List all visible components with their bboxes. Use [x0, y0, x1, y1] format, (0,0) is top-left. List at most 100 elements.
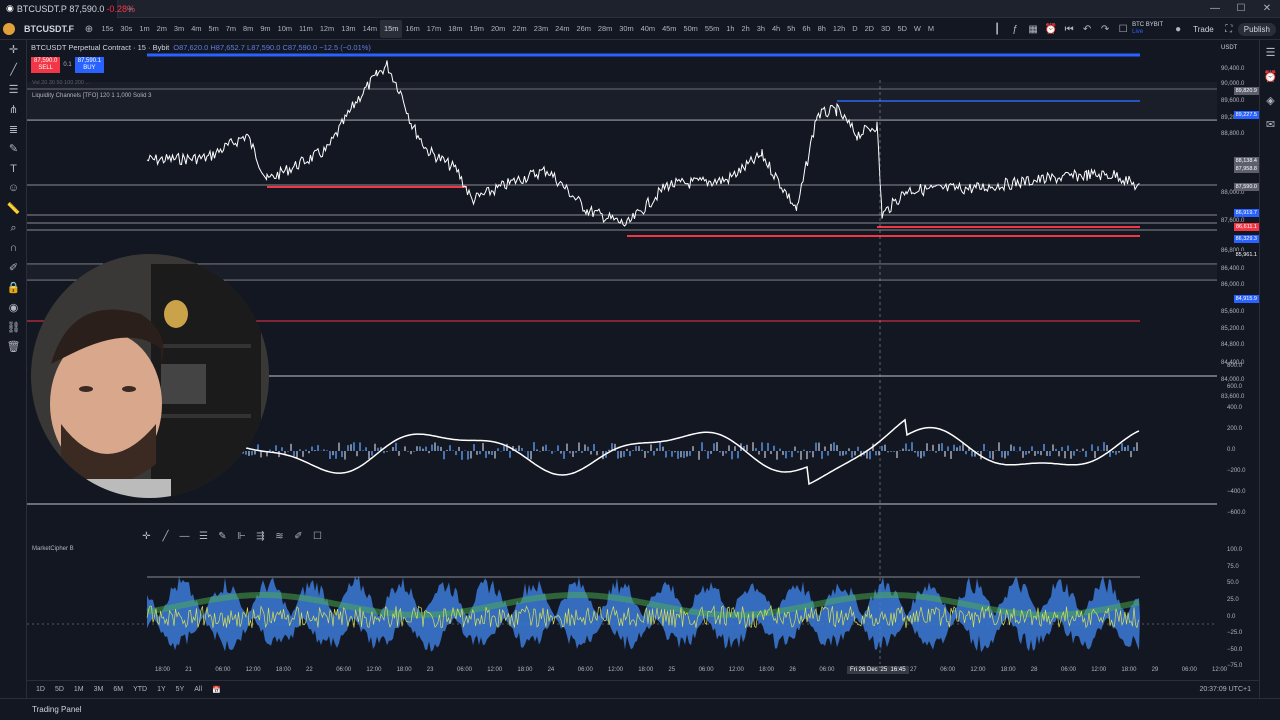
timeframe-4h[interactable]: 4h	[768, 20, 783, 38]
timeframe-28m[interactable]: 28m	[594, 20, 615, 38]
text-icon[interactable]: T	[0, 159, 27, 179]
timeframe-12m[interactable]: 12m	[316, 20, 337, 38]
pitchfork-icon[interactable]: ⋔	[0, 99, 27, 119]
layout-icon[interactable]: ▦	[1024, 20, 1042, 38]
undo-icon[interactable]: ↶	[1078, 20, 1096, 38]
timeframe-W[interactable]: W	[910, 20, 924, 38]
range-1M[interactable]: 1M	[69, 686, 89, 693]
compare-icon[interactable]: ⊕	[80, 20, 98, 38]
broker-selector[interactable]: BTC BYBIT Live	[1132, 22, 1163, 36]
eye-icon[interactable]: ◉	[0, 297, 27, 317]
chart-area[interactable]: BTCUSDT Perpetual Contract · 15 · Bybit …	[27, 40, 1259, 680]
timeframe-19m[interactable]: 19m	[466, 20, 487, 38]
timeframe-4m[interactable]: 4m	[188, 20, 205, 38]
ruler-icon[interactable]: 📏	[0, 198, 27, 218]
timeframe-12h[interactable]: 12h	[829, 20, 848, 38]
timeframe-3m[interactable]: 3m	[170, 20, 187, 38]
liquidity-channels-legend[interactable]: Liquidity Channels [TFO] 120 1 1,000 Sol…	[32, 93, 151, 99]
range-5D[interactable]: 5D	[50, 686, 69, 693]
replay-icon[interactable]: ⏮	[1060, 20, 1078, 38]
range-All[interactable]: All	[189, 686, 207, 693]
time-axis[interactable]: 18:00 21 06:00 12:00 18:00 22 06:00 12:00 18:00 2…	[27, 664, 1227, 678]
crosshair-icon[interactable]: ✛	[0, 40, 27, 60]
timeframe-20m[interactable]: 20m	[487, 20, 508, 38]
timeframe-24m[interactable]: 24m	[552, 20, 573, 38]
timeframe-40m[interactable]: 40m	[637, 20, 658, 38]
timeframe-9m[interactable]: 9m	[257, 20, 274, 38]
chat-icon[interactable]: ✉	[1260, 112, 1280, 136]
timeframe-8m[interactable]: 8m	[240, 20, 257, 38]
timeframe-5D[interactable]: 5D	[894, 20, 910, 38]
timeframe-2m[interactable]: 2m	[153, 20, 170, 38]
timeframe-7m[interactable]: 7m	[222, 20, 239, 38]
range-3M[interactable]: 3M	[89, 686, 109, 693]
range-YTD[interactable]: YTD	[128, 686, 152, 693]
fib-icon[interactable]: ⊩	[232, 528, 251, 545]
hlines-icon[interactable]: ☰	[194, 528, 213, 545]
timeframe-22m[interactable]: 22m	[509, 20, 530, 38]
range-1Y[interactable]: 1Y	[152, 686, 171, 693]
timeframe-2h[interactable]: 2h	[738, 20, 753, 38]
timeframe-D[interactable]: D	[849, 20, 861, 38]
layers-icon[interactable]: ≋	[270, 528, 289, 545]
ray-icon[interactable]: —	[175, 528, 194, 545]
timeframe-11m[interactable]: 11m	[295, 20, 316, 38]
timeframe-55m[interactable]: 55m	[701, 20, 722, 38]
timeframe-10m[interactable]: 10m	[274, 20, 295, 38]
timeframe-6h[interactable]: 6h	[799, 20, 814, 38]
timeframe-23m[interactable]: 23m	[530, 20, 551, 38]
trendline-icon[interactable]: ╱	[0, 60, 27, 80]
timeframe-50m[interactable]: 50m	[680, 20, 701, 38]
range-1D[interactable]: 1D	[31, 686, 50, 693]
timeframe-2D[interactable]: 2D	[861, 20, 877, 38]
broker-icon[interactable]: ☐	[1114, 20, 1132, 38]
brush-icon[interactable]: ✎	[0, 139, 27, 159]
sell-button[interactable]: 87,590.0 SELL	[31, 57, 61, 73]
layers-icon[interactable]: ◈	[1260, 88, 1280, 112]
redo-icon[interactable]: ↷	[1096, 20, 1114, 38]
timeframe-M[interactable]: M	[924, 20, 937, 38]
timeframe-8h[interactable]: 8h	[814, 20, 829, 38]
account-icon[interactable]: ●	[1169, 20, 1187, 38]
timeframe-30m[interactable]: 30m	[616, 20, 637, 38]
trash-icon[interactable]: 🗑	[0, 337, 27, 357]
brush-icon[interactable]: ✎	[213, 528, 232, 545]
minimize-icon[interactable]: —	[1202, 0, 1228, 18]
timeframe-3D[interactable]: 3D	[878, 20, 894, 38]
symbol-search-button[interactable]: BTCUSDT.F	[18, 24, 80, 34]
timeframe-1h[interactable]: 1h	[723, 20, 738, 38]
symbol-title[interactable]: BTCUSDT Perpetual Contract · 15 · Bybit	[31, 43, 169, 52]
publish-button[interactable]: Publish	[1237, 22, 1276, 36]
horizontal-lines-icon[interactable]: ☰	[0, 80, 27, 100]
price-axis[interactable]: USDT 90,400.090,000.089,600.089,200.088,…	[1217, 40, 1259, 680]
frame-icon[interactable]: ☐	[308, 528, 327, 545]
timeframe-1m[interactable]: 1m	[136, 20, 153, 38]
fullscreen-icon[interactable]: ⛶	[1220, 20, 1238, 38]
link-icon[interactable]: ⛓	[0, 317, 27, 337]
zoom-icon[interactable]: ⌕	[0, 218, 27, 238]
timeframe-45m[interactable]: 45m	[659, 20, 680, 38]
lock-icon[interactable]: 🔒	[0, 278, 27, 298]
timeframe-5h[interactable]: 5h	[784, 20, 799, 38]
new-tab-icon[interactable]: +	[118, 2, 142, 16]
timeframe-13m[interactable]: 13m	[338, 20, 359, 38]
channel-icon[interactable]: ⇶	[251, 528, 270, 545]
timeframe-18m[interactable]: 18m	[445, 20, 466, 38]
alerts-icon[interactable]: ⏰	[1260, 64, 1280, 88]
magnet-icon[interactable]: ∩	[0, 238, 27, 258]
avatar[interactable]	[0, 20, 18, 38]
timeframe-14m[interactable]: 14m	[359, 20, 380, 38]
fib-icon[interactable]: ≣	[0, 119, 27, 139]
close-icon[interactable]: ✕	[1254, 0, 1280, 18]
timeframe-15s[interactable]: 15s	[98, 20, 117, 38]
range-5Y[interactable]: 5Y	[171, 686, 190, 693]
timeframe-30s[interactable]: 30s	[117, 20, 136, 38]
buy-button[interactable]: 87,590.1 BUY	[74, 57, 105, 73]
timeframe-15m[interactable]: 15m	[380, 20, 402, 38]
alert-icon[interactable]: ⏰	[1042, 20, 1060, 38]
timeframe-3h[interactable]: 3h	[753, 20, 768, 38]
trading-panel-tab[interactable]: Trading Panel	[32, 705, 82, 714]
browser-tab[interactable]: ◉ BTCUSDT.P 87,590.0 -0.28%	[0, 0, 135, 18]
watchlist-icon[interactable]: ☰	[1260, 40, 1280, 64]
calendar-icon[interactable]: 📅	[207, 686, 226, 694]
